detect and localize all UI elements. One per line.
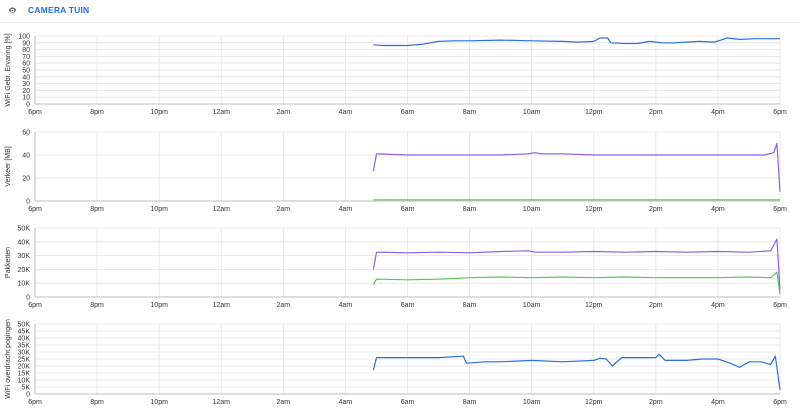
x-tick-label: 2pm <box>649 302 663 309</box>
y-tick-label: 15K <box>18 371 31 378</box>
x-tick-label: 6pm <box>28 302 42 309</box>
y-tick-label: 0 <box>26 199 30 206</box>
x-tick-label: 6am <box>401 109 415 116</box>
x-tick-label: 12am <box>212 302 230 309</box>
x-tick-label: 10pm <box>150 206 168 213</box>
x-tick-label: 8pm <box>90 206 104 213</box>
x-tick-label: 2pm <box>649 109 663 116</box>
x-tick-label: 12pm <box>585 206 603 213</box>
y-tick-label: 35K <box>18 343 31 350</box>
x-tick-label: 4pm <box>711 302 725 309</box>
y-tick-label: 30 <box>22 81 30 88</box>
y-axis-label: WiFi overdracht pogingen <box>5 319 12 399</box>
y-axis-label: Pakketten <box>5 247 12 278</box>
x-tick-label: 4pm <box>711 206 725 213</box>
x-tick-label: 10am <box>523 302 541 309</box>
x-tick-label: 2pm <box>649 206 663 213</box>
y-tick-label: 0 <box>26 102 30 109</box>
y-tick-label: 60 <box>22 130 30 137</box>
y-tick-label: 10K <box>18 281 31 288</box>
y-tick-label: 80 <box>22 47 30 54</box>
series-line-blue <box>372 353 781 390</box>
x-tick-label: 12pm <box>585 302 603 309</box>
charts-area: 01020304050607080901006pm 8pm 10pm 12am 2am 4… <box>5 33 787 406</box>
x-tick-label: 2am <box>277 399 291 406</box>
x-tick-label: 10pm <box>150 109 168 116</box>
x-tick-label: 8am <box>463 399 477 406</box>
x-tick-label: 4am <box>339 399 353 406</box>
x-tick-label: 8pm <box>90 302 104 309</box>
y-tick-label: 100 <box>18 34 30 41</box>
series-line-purple <box>372 142 781 192</box>
y-tick-label: 50K <box>18 322 31 329</box>
y-tick-label: 0 <box>26 295 30 302</box>
x-tick-label: 2am <box>277 206 291 213</box>
x-tick-label: 12am <box>212 109 230 116</box>
x-tick-label: 6pm <box>28 399 42 406</box>
y-tick-label: 0 <box>26 392 30 399</box>
x-tick-label: 12pm <box>585 399 603 406</box>
x-tick-label: 2am <box>277 109 291 116</box>
y-tick-label: 20K <box>18 267 31 274</box>
x-tick-label: 12am <box>212 399 230 406</box>
x-tick-label: 10am <box>523 399 541 406</box>
series-line-blue <box>373 37 780 47</box>
x-tick-label: 10am <box>523 109 541 116</box>
x-tick-label: 2pm <box>649 399 663 406</box>
x-tick-label: 10pm <box>150 302 168 309</box>
x-tick-label: 6pm <box>28 109 42 116</box>
x-tick-label: 8am <box>463 206 477 213</box>
y-tick-label: 40K <box>18 239 31 246</box>
y-tick-label: 30K <box>18 350 31 357</box>
x-tick-label: 8pm <box>90 399 104 406</box>
x-tick-label: 10pm <box>150 399 168 406</box>
x-tick-label: 6pm <box>773 109 787 116</box>
x-tick-label: 8am <box>463 109 477 116</box>
y-tick-label: 50 <box>22 68 30 75</box>
x-tick-label: 6pm <box>773 302 787 309</box>
y-axis-label: Verkeer [MB] <box>5 146 12 187</box>
x-tick-label: 6pm <box>773 206 787 213</box>
y-tick-label: 30K <box>18 253 31 260</box>
x-tick-label: 4pm <box>711 399 725 406</box>
x-tick-label: 2am <box>277 302 291 309</box>
y-tick-label: 25K <box>18 357 31 364</box>
x-tick-label: 6pm <box>773 399 787 406</box>
x-tick-label: 4am <box>339 109 353 116</box>
y-tick-label: 50K <box>18 226 31 233</box>
y-tick-label: 10 <box>22 95 30 102</box>
x-tick-label: 6am <box>401 399 415 406</box>
x-tick-label: 8pm <box>90 109 104 116</box>
y-tick-label: 60 <box>22 61 30 68</box>
y-tick-label: 20K <box>18 364 31 371</box>
y-tick-label: 40 <box>22 74 30 81</box>
y-tick-label: 45K <box>18 329 31 336</box>
x-tick-label: 12am <box>212 206 230 213</box>
x-tick-label: 6pm <box>28 206 42 213</box>
y-tick-label: 10K <box>18 378 31 385</box>
y-tick-label: 20 <box>22 88 30 95</box>
y-tick-label: 40K <box>18 336 31 343</box>
y-tick-label: 90 <box>22 40 30 47</box>
x-tick-label: 4am <box>339 206 353 213</box>
x-tick-label: 6am <box>401 302 415 309</box>
x-tick-label: 4am <box>339 302 353 309</box>
x-tick-label: 4pm <box>711 109 725 116</box>
x-tick-label: 10am <box>523 206 541 213</box>
y-tick-label: 5K <box>21 385 30 392</box>
y-axis-label: WiFi Gebr. Ervaring [%] <box>5 33 12 106</box>
series-line-purple <box>372 238 781 291</box>
y-tick-label: 70 <box>22 54 30 61</box>
y-tick-label: 20 <box>22 176 30 183</box>
x-tick-label: 12pm <box>585 109 603 116</box>
y-tick-label: 40 <box>22 153 30 160</box>
x-tick-label: 6am <box>401 206 415 213</box>
x-tick-label: 8am <box>463 302 477 309</box>
